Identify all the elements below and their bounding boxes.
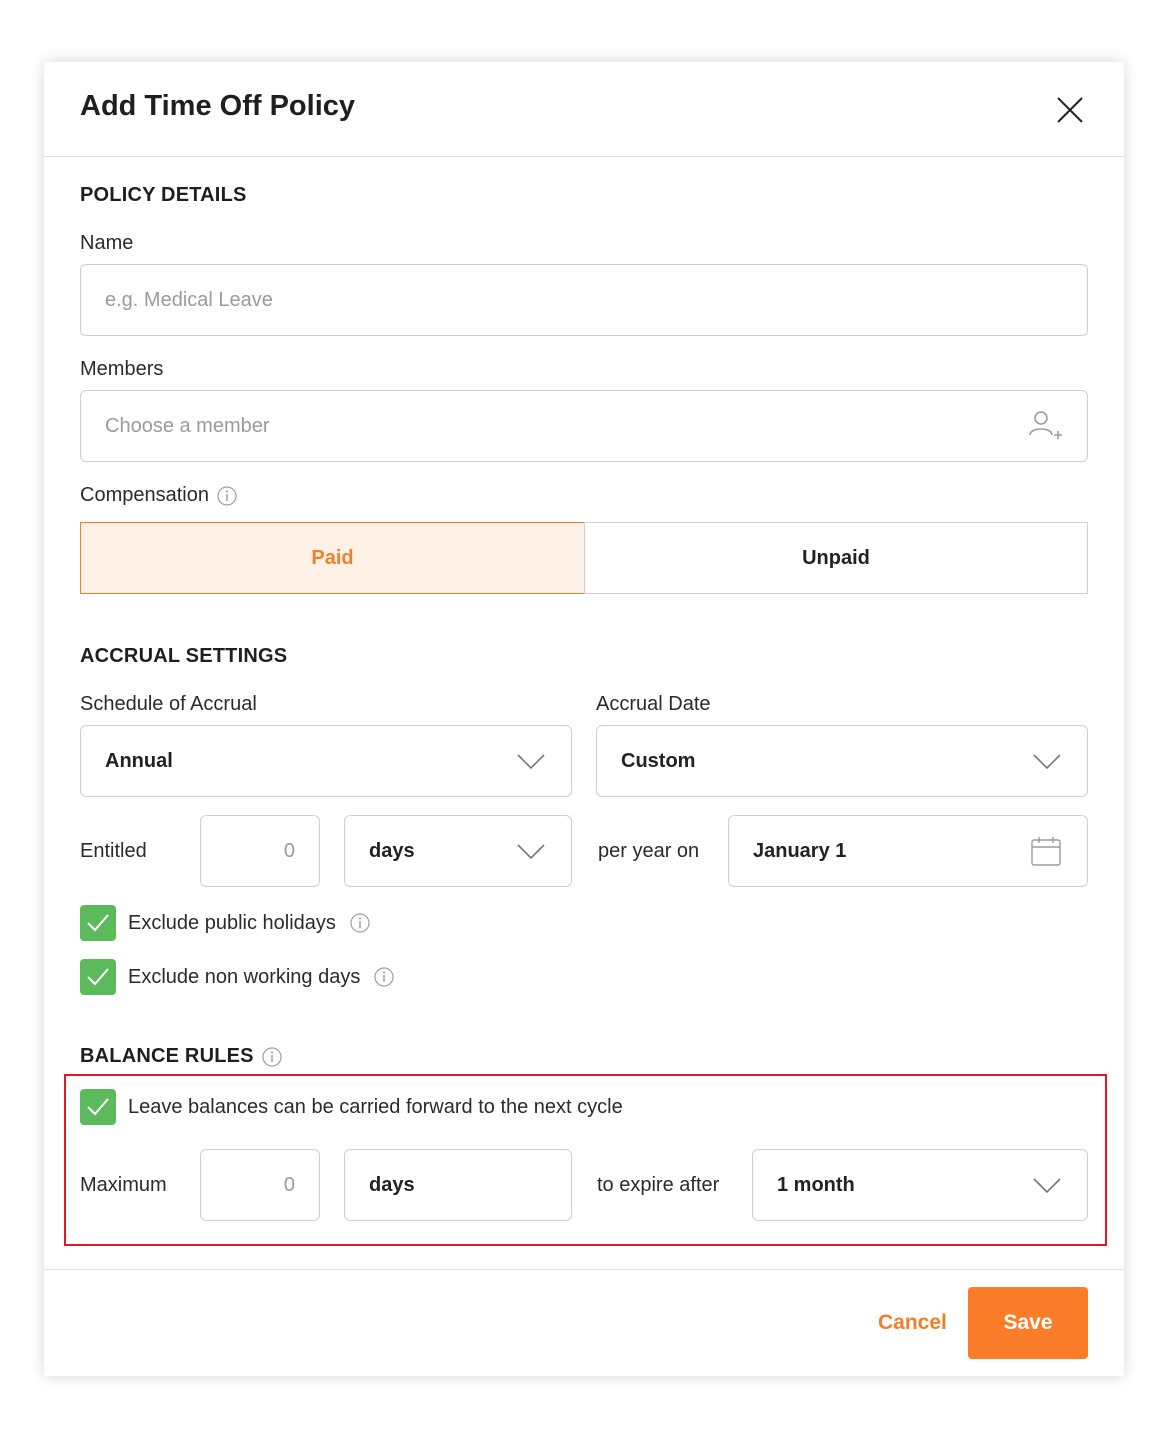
compensation-label-row: Compensation [80, 484, 237, 507]
chevron-down-icon [517, 844, 545, 865]
name-input[interactable]: e.g. Medical Leave [80, 264, 1088, 336]
maximum-label: Maximum [80, 1174, 167, 1196]
maximum-unit-value: days [369, 1173, 415, 1196]
exclude-public-holidays-row: Exclude public holidays [80, 905, 370, 941]
accrual-date-value: Custom [621, 749, 696, 772]
name-label: Name [80, 232, 134, 254]
maximum-value: 0 [283, 1173, 295, 1196]
unpaid-option-button[interactable]: Unpaid [584, 522, 1088, 594]
save-button[interactable]: Save [968, 1287, 1088, 1359]
exclude-non-working-days-label: Exclude non working days [128, 965, 361, 988]
name-placeholder: e.g. Medical Leave [105, 288, 273, 311]
per-year-label: per year on [598, 840, 700, 862]
carry-forward-label: Leave balances can be carried forward to… [128, 1095, 623, 1118]
schedule-of-accrual-label: Schedule of Accrual [80, 693, 257, 715]
public-holidays-info-icon[interactable] [350, 913, 370, 933]
per-year-date-picker[interactable]: January 1 [728, 815, 1088, 887]
balance-rules-info-icon[interactable] [262, 1046, 282, 1067]
compensation-info-icon[interactable] [217, 485, 237, 506]
footer-divider [44, 1269, 1124, 1270]
balance-rules-heading: BALANCE RULES [80, 1045, 254, 1067]
compensation-label: Compensation [80, 484, 209, 506]
chevron-down-icon [1033, 754, 1061, 775]
add-user-icon [1029, 409, 1063, 448]
entitled-unit-select[interactable]: days [344, 815, 572, 887]
calendar-icon[interactable] [1031, 836, 1061, 871]
members-label: Members [80, 358, 164, 380]
accrual-date-select[interactable]: Custom [596, 725, 1088, 797]
paid-option-button[interactable]: Paid [80, 522, 585, 594]
carry-forward-row: Leave balances can be carried forward to… [80, 1089, 623, 1125]
expire-after-select[interactable]: 1 month [752, 1149, 1088, 1221]
members-select[interactable]: Choose a member [80, 390, 1088, 462]
accrual-date-label: Accrual Date [596, 693, 711, 715]
exclude-non-working-days-checkbox[interactable] [80, 959, 116, 995]
entitled-value: 0 [283, 839, 295, 862]
expire-after-value: 1 month [777, 1173, 855, 1196]
header-divider [44, 156, 1124, 157]
entitled-label: Entitled [80, 840, 147, 862]
cancel-button[interactable]: Cancel [878, 1311, 947, 1335]
exclude-public-holidays-checkbox[interactable] [80, 905, 116, 941]
chevron-down-icon [517, 754, 545, 775]
expire-after-label: to expire after [597, 1174, 720, 1196]
entitled-input[interactable]: 0 [200, 815, 320, 887]
exclude-non-working-days-row: Exclude non working days [80, 959, 394, 995]
close-icon[interactable] [1054, 94, 1086, 126]
maximum-unit-field[interactable]: days [344, 1149, 572, 1221]
per-year-date-value: January 1 [753, 839, 847, 862]
modal-title: Add Time Off Policy [80, 90, 356, 122]
schedule-value: Annual [105, 749, 173, 772]
members-placeholder: Choose a member [105, 414, 270, 437]
balance-rules-heading-row: BALANCE RULES [80, 1045, 282, 1068]
accrual-settings-heading: ACCRUAL SETTINGS [80, 645, 288, 667]
add-time-off-policy-modal: Add Time Off Policy POLICY DETAILS Name … [44, 62, 1124, 1376]
non-working-days-info-icon[interactable] [374, 967, 394, 987]
chevron-down-icon [1033, 1178, 1061, 1199]
policy-details-heading: POLICY DETAILS [80, 184, 247, 206]
carry-forward-checkbox[interactable] [80, 1089, 116, 1125]
exclude-public-holidays-label: Exclude public holidays [128, 911, 336, 934]
entitled-unit-value: days [369, 839, 415, 862]
maximum-input[interactable]: 0 [200, 1149, 320, 1221]
schedule-of-accrual-select[interactable]: Annual [80, 725, 572, 797]
